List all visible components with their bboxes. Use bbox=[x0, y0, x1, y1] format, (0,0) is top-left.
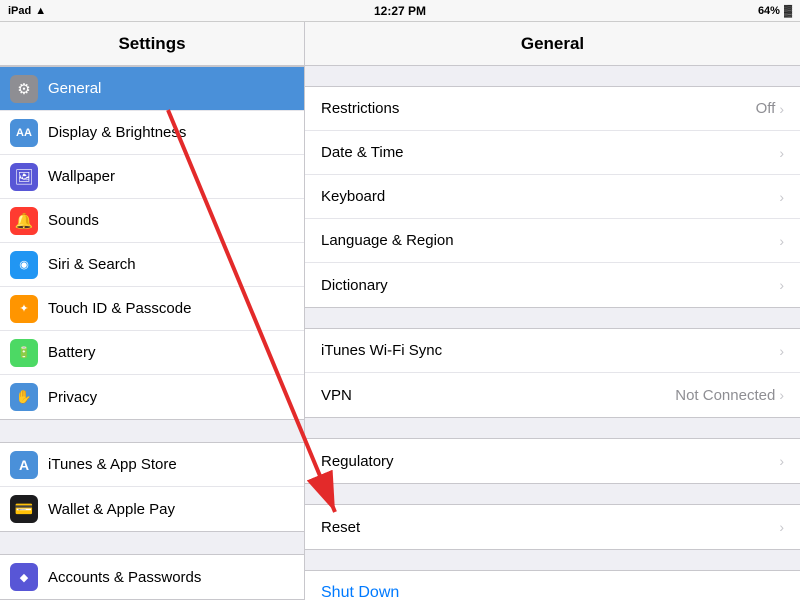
settings-item-restrictions[interactable]: Restrictions Off › bbox=[305, 87, 800, 131]
settings-item-dictionary[interactable]: Dictionary › bbox=[305, 263, 800, 307]
wallet-icon: 💳 bbox=[10, 495, 38, 523]
main-title: General bbox=[521, 34, 584, 54]
itunes-sync-chevron: › bbox=[779, 343, 784, 359]
settings-group-4: Reset › bbox=[305, 504, 800, 550]
status-left: iPad ▲ bbox=[8, 5, 46, 17]
sidebar: Settings ⚙ General AA Display & Brightne… bbox=[0, 22, 305, 600]
settings-group-1: Restrictions Off › Date & Time › Keyboar… bbox=[305, 86, 800, 308]
battery-item-icon: 🔋 bbox=[10, 339, 38, 367]
wifi-icon: ▲ bbox=[35, 5, 46, 17]
sidebar-item-privacy[interactable]: ✋ Privacy bbox=[0, 375, 304, 419]
keyboard-chevron: › bbox=[779, 189, 784, 205]
carrier-label: iPad bbox=[8, 5, 31, 17]
language-chevron: › bbox=[779, 233, 784, 249]
dictionary-label: Dictionary bbox=[321, 277, 779, 294]
status-time: 12:27 PM bbox=[374, 4, 426, 18]
itunes-label: iTunes & App Store bbox=[48, 456, 294, 473]
touchid-icon: ✦ bbox=[10, 295, 38, 323]
vpn-label: VPN bbox=[321, 387, 675, 404]
sidebar-separator-1 bbox=[0, 420, 304, 442]
main-container: Settings ⚙ General AA Display & Brightne… bbox=[0, 22, 800, 600]
accounts-icon: ◆ bbox=[10, 563, 38, 591]
status-right: 64% ▓ bbox=[758, 5, 792, 17]
shutdown-label: Shut Down bbox=[321, 584, 399, 600]
sidebar-item-touchid[interactable]: ✦ Touch ID & Passcode bbox=[0, 287, 304, 331]
reset-label: Reset bbox=[321, 519, 779, 536]
vpn-chevron: › bbox=[779, 387, 784, 403]
sidebar-separator-2 bbox=[0, 532, 304, 554]
sidebar-title: Settings bbox=[118, 34, 185, 54]
wallpaper-icon: 🖼 bbox=[10, 163, 38, 191]
privacy-icon: ✋ bbox=[10, 383, 38, 411]
general-icon: ⚙ bbox=[10, 75, 38, 103]
display-label: Display & Brightness bbox=[48, 124, 294, 141]
sidebar-item-itunes[interactable]: A iTunes & App Store bbox=[0, 443, 304, 487]
siri-label: Siri & Search bbox=[48, 256, 294, 273]
group-spacer-0 bbox=[305, 66, 800, 86]
sidebar-item-sounds[interactable]: 🔔 Sounds bbox=[0, 199, 304, 243]
sidebar-item-display[interactable]: AA Display & Brightness bbox=[0, 111, 304, 155]
restrictions-label: Restrictions bbox=[321, 100, 756, 117]
settings-item-itunes-sync[interactable]: iTunes Wi-Fi Sync › bbox=[305, 329, 800, 373]
settings-item-reset[interactable]: Reset › bbox=[305, 505, 800, 549]
battery-icon: ▓ bbox=[784, 5, 792, 17]
shutdown-button[interactable]: Shut Down bbox=[305, 571, 800, 600]
vpn-value: Not Connected bbox=[675, 387, 775, 404]
sounds-icon: 🔔 bbox=[10, 207, 38, 235]
settings-group-3: Regulatory › bbox=[305, 438, 800, 484]
sidebar-item-wallpaper[interactable]: 🖼 Wallpaper bbox=[0, 155, 304, 199]
battery-label: 64% bbox=[758, 5, 780, 17]
restrictions-value: Off bbox=[756, 100, 776, 117]
sidebar-group-2: A iTunes & App Store 💳 Wallet & Apple Pa… bbox=[0, 442, 304, 532]
settings-item-regulatory[interactable]: Regulatory › bbox=[305, 439, 800, 483]
sidebar-header: Settings bbox=[0, 22, 304, 66]
sidebar-item-accounts[interactable]: ◆ Accounts & Passwords bbox=[0, 555, 304, 599]
sidebar-item-battery[interactable]: 🔋 Battery bbox=[0, 331, 304, 375]
settings-item-vpn[interactable]: VPN Not Connected › bbox=[305, 373, 800, 417]
itunes-icon: A bbox=[10, 451, 38, 479]
reset-chevron: › bbox=[779, 519, 784, 535]
regulatory-label: Regulatory bbox=[321, 453, 779, 470]
battery-label-item: Battery bbox=[48, 344, 294, 361]
sounds-label: Sounds bbox=[48, 212, 294, 229]
sidebar-group-1: ⚙ General AA Display & Brightness 🖼 Wall… bbox=[0, 66, 304, 420]
accounts-label: Accounts & Passwords bbox=[48, 569, 294, 586]
settings-group-shutdown: Shut Down bbox=[305, 570, 800, 600]
main-content: General Restrictions Off › Date & Time ›… bbox=[305, 22, 800, 600]
itunes-sync-label: iTunes Wi-Fi Sync bbox=[321, 342, 779, 359]
settings-item-keyboard[interactable]: Keyboard › bbox=[305, 175, 800, 219]
settings-content: Restrictions Off › Date & Time › Keyboar… bbox=[305, 66, 800, 600]
language-label: Language & Region bbox=[321, 232, 779, 249]
general-label: General bbox=[48, 80, 294, 97]
wallet-label: Wallet & Apple Pay bbox=[48, 501, 294, 518]
sidebar-item-wallet[interactable]: 💳 Wallet & Apple Pay bbox=[0, 487, 304, 531]
datetime-label: Date & Time bbox=[321, 144, 779, 161]
keyboard-label: Keyboard bbox=[321, 188, 779, 205]
datetime-chevron: › bbox=[779, 145, 784, 161]
sidebar-item-siri[interactable]: ◉ Siri & Search bbox=[0, 243, 304, 287]
wallpaper-label: Wallpaper bbox=[48, 168, 294, 185]
siri-icon: ◉ bbox=[10, 251, 38, 279]
privacy-label: Privacy bbox=[48, 389, 294, 406]
dictionary-chevron: › bbox=[779, 277, 784, 293]
sidebar-group-3: ◆ Accounts & Passwords bbox=[0, 554, 304, 600]
regulatory-chevron: › bbox=[779, 453, 784, 469]
settings-item-language[interactable]: Language & Region › bbox=[305, 219, 800, 263]
settings-item-datetime[interactable]: Date & Time › bbox=[305, 131, 800, 175]
sidebar-item-general[interactable]: ⚙ General bbox=[0, 67, 304, 111]
restrictions-chevron: › bbox=[779, 101, 784, 117]
display-icon: AA bbox=[10, 119, 38, 147]
settings-group-2: iTunes Wi-Fi Sync › VPN Not Connected › bbox=[305, 328, 800, 418]
status-bar: iPad ▲ 12:27 PM 64% ▓ bbox=[0, 0, 800, 22]
touchid-label: Touch ID & Passcode bbox=[48, 300, 294, 317]
main-header: General bbox=[305, 22, 800, 66]
